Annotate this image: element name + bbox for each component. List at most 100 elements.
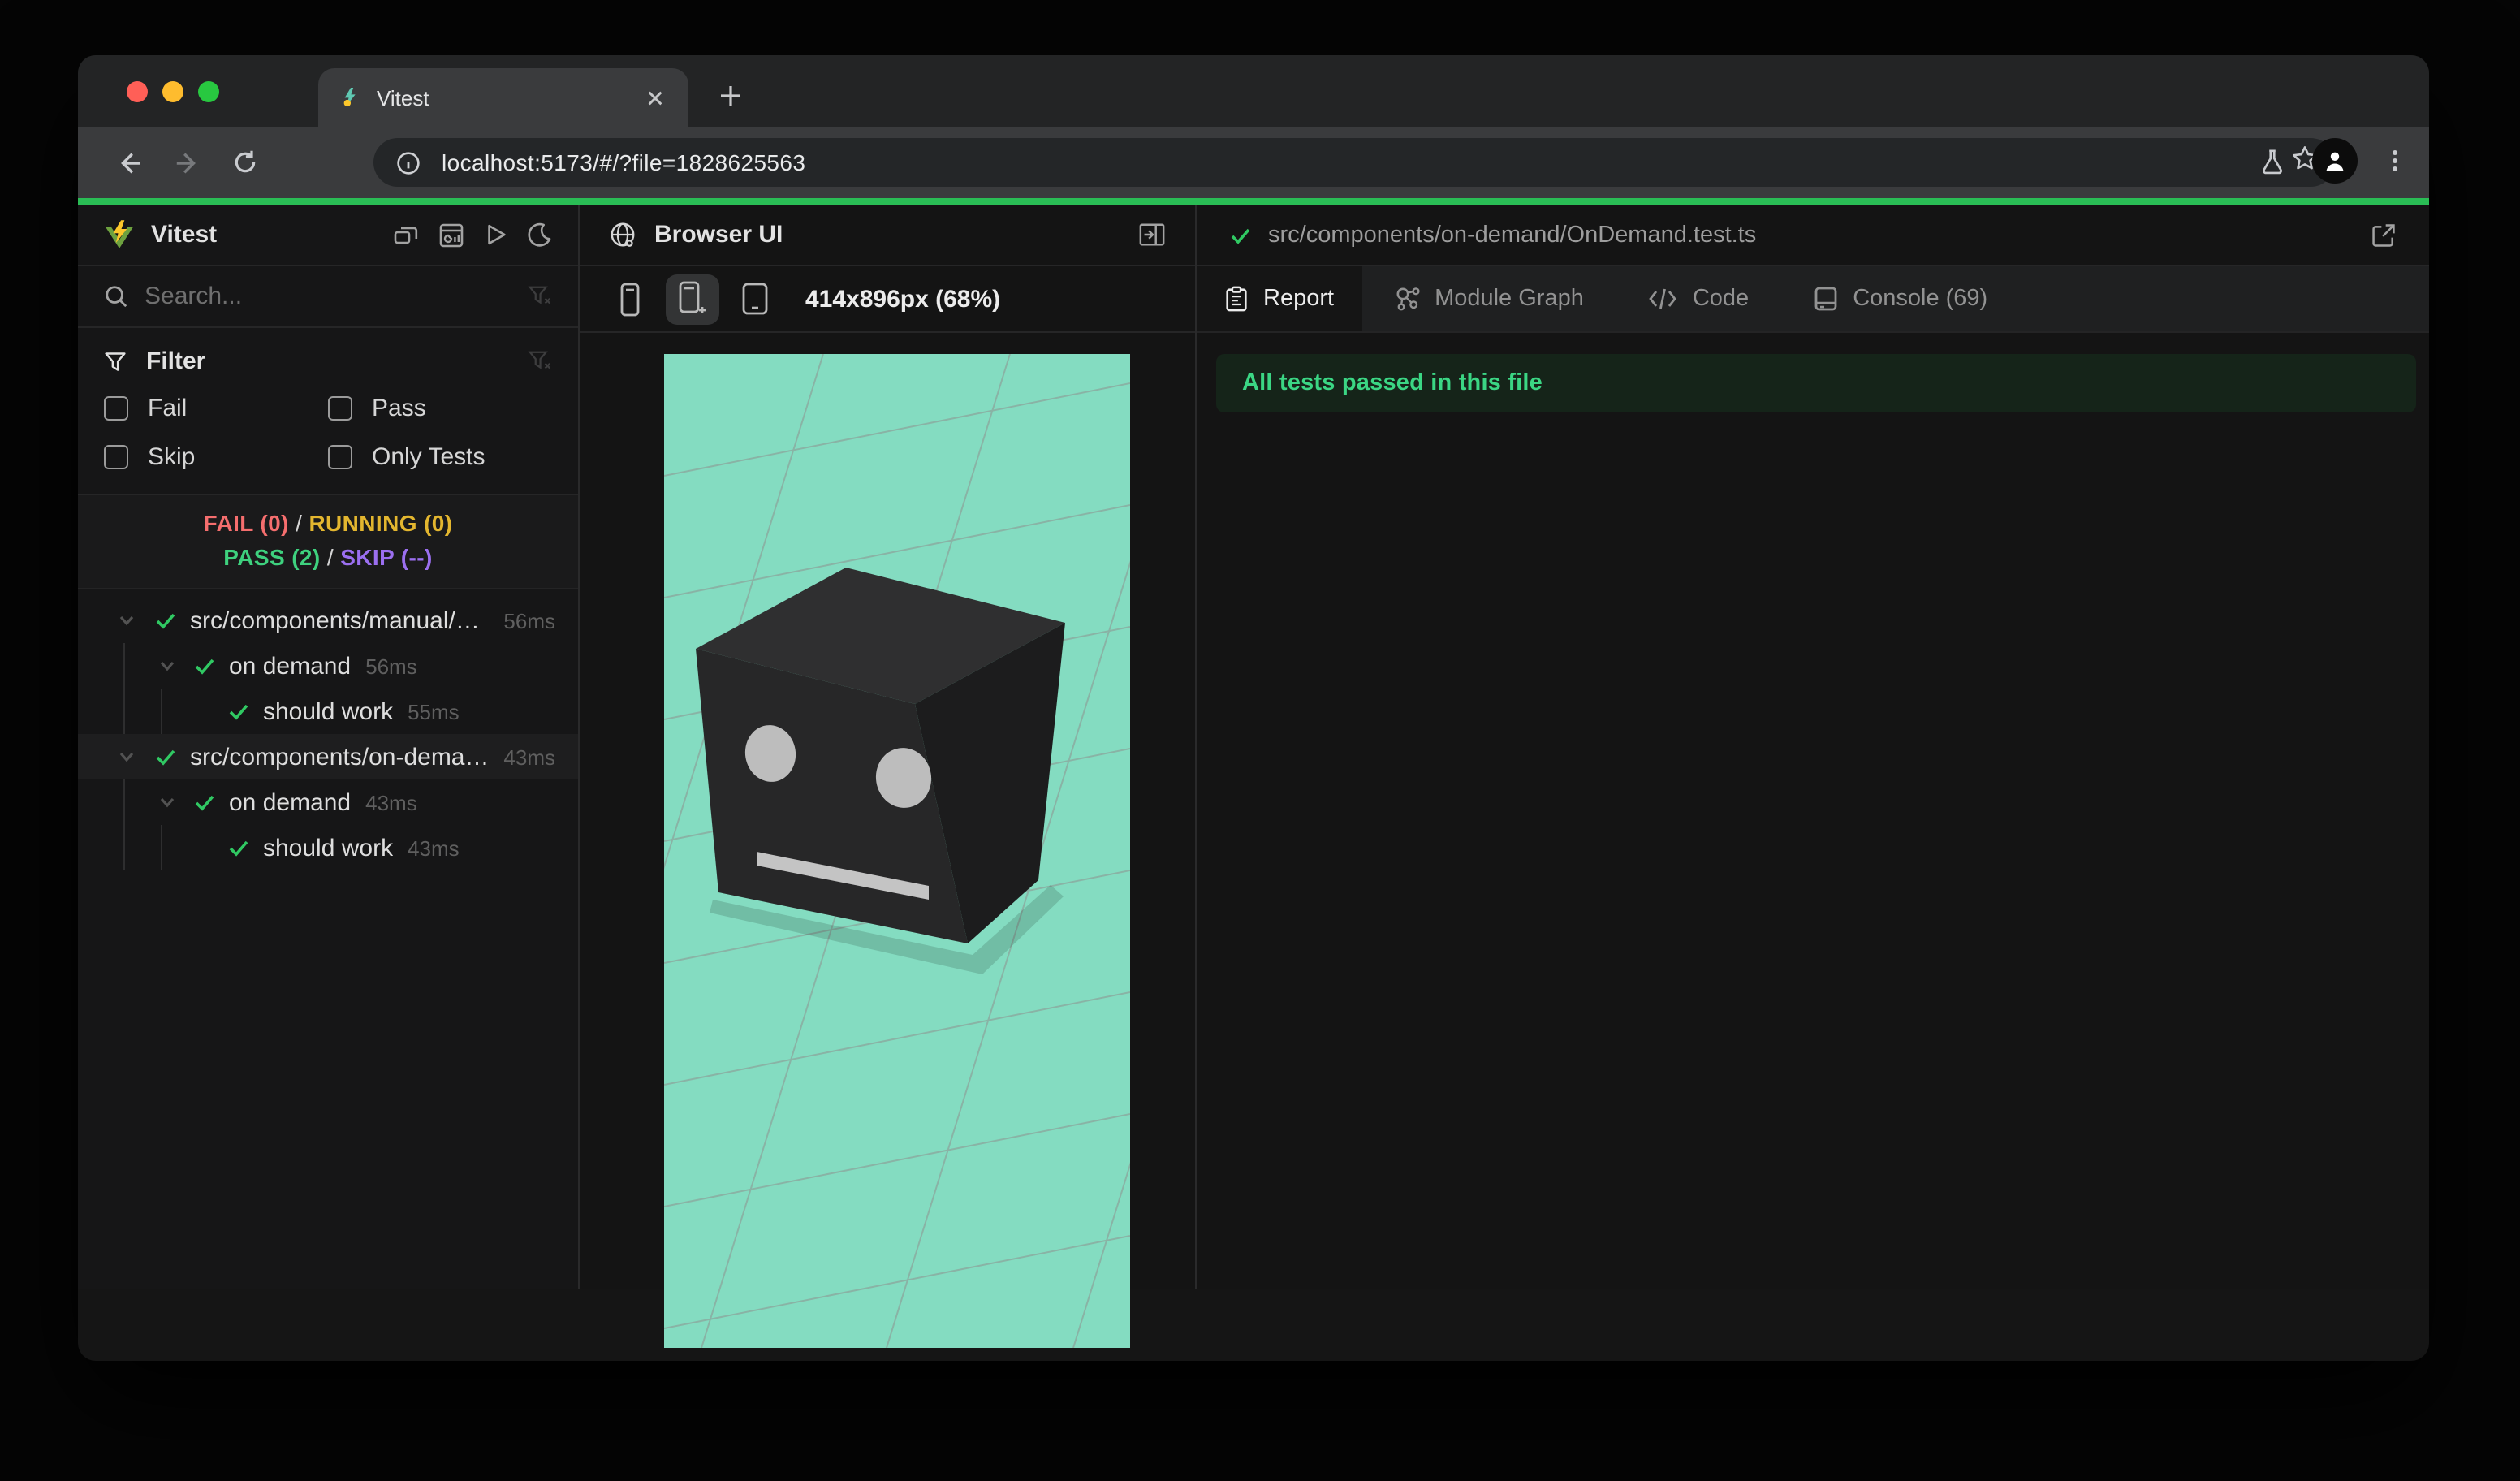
pass-check-icon bbox=[154, 745, 177, 768]
profile-avatar[interactable] bbox=[2312, 138, 2358, 184]
tab-report[interactable]: Report bbox=[1197, 266, 1362, 331]
tab-module-graph[interactable]: Module Graph bbox=[1361, 266, 1616, 331]
tab-strip: Vitest bbox=[78, 55, 2429, 127]
checkbox-box[interactable] bbox=[328, 445, 352, 469]
vitest-progress-bar bbox=[78, 198, 2429, 205]
checkbox-label: Pass bbox=[372, 395, 426, 422]
test-case-row[interactable]: should work 55ms bbox=[78, 689, 578, 734]
close-window-button[interactable] bbox=[127, 81, 148, 102]
test-label: src/components/manual/… bbox=[190, 607, 480, 634]
report-clipboard-icon bbox=[1224, 286, 1249, 312]
separator: / bbox=[296, 510, 303, 536]
screenshot-stage: Vitest localhost:5173/#/?file=1828625563… bbox=[0, 0, 2520, 1481]
test-file-row[interactable]: src/components/manual/… 56ms bbox=[78, 598, 578, 643]
test-label: on demand bbox=[229, 788, 352, 816]
browser-menu-icon[interactable] bbox=[2384, 148, 2406, 174]
pass-check-icon bbox=[227, 700, 250, 723]
browser-toolbar: localhost:5173/#/?file=1828625563 bbox=[78, 127, 2429, 198]
test-suite-row[interactable]: on demand 43ms bbox=[78, 779, 578, 825]
sidebar: Vitest Search... Filter Fail Pass Skip O… bbox=[78, 205, 578, 1289]
test-tree: src/components/manual/… 56ms on demand 5… bbox=[78, 589, 578, 1289]
tab-title: Vitest bbox=[377, 85, 429, 110]
chevron-down-icon[interactable] bbox=[158, 656, 177, 676]
test-duration: 43ms bbox=[365, 790, 417, 814]
browser-ui-header: Browser UI bbox=[580, 205, 1195, 266]
open-external-link-icon[interactable] bbox=[2371, 222, 2397, 248]
tab-console[interactable]: Console (69) bbox=[1781, 266, 2020, 331]
run-all-play-icon[interactable] bbox=[484, 222, 508, 248]
back-button[interactable] bbox=[104, 138, 153, 187]
test-suite-row[interactable]: on demand 56ms bbox=[78, 643, 578, 689]
globe-icon bbox=[609, 221, 636, 248]
device-phone-plus-icon[interactable] bbox=[666, 274, 719, 324]
filter-checkbox-pass[interactable]: Pass bbox=[328, 395, 552, 422]
report-panel: src/components/on-demand/OnDemand.test.t… bbox=[1197, 205, 2429, 1289]
indent-guide bbox=[123, 825, 125, 870]
reload-button[interactable] bbox=[221, 138, 270, 187]
test-case-row[interactable]: should work 43ms bbox=[78, 825, 578, 870]
tab-close-icon[interactable] bbox=[640, 83, 669, 112]
console-icon bbox=[1814, 286, 1838, 312]
checkbox-box[interactable] bbox=[328, 396, 352, 421]
checkbox-label: Only Tests bbox=[372, 443, 485, 471]
fail-count[interactable]: FAIL (0) bbox=[204, 510, 289, 536]
chevron-down-icon[interactable] bbox=[117, 611, 136, 630]
file-pass-check-icon bbox=[1229, 223, 1252, 246]
clear-search-filter-icon[interactable] bbox=[528, 284, 552, 309]
filter-checkbox-fail[interactable]: Fail bbox=[104, 395, 328, 422]
clear-filter-icon[interactable] bbox=[528, 349, 552, 373]
module-graph-icon bbox=[1394, 286, 1420, 312]
search-icon bbox=[104, 284, 128, 309]
browser-tab[interactable]: Vitest bbox=[318, 68, 688, 127]
cube-3d-scene bbox=[514, 353, 1383, 1349]
test-viewport-iframe[interactable] bbox=[514, 353, 1383, 1349]
separator: / bbox=[326, 544, 334, 570]
windows-stack-icon[interactable] bbox=[393, 222, 419, 248]
device-toolbar: 414x896px (68%) bbox=[580, 266, 1195, 333]
device-tablet-icon[interactable] bbox=[734, 278, 776, 320]
chevron-down-icon[interactable] bbox=[158, 792, 177, 812]
minimize-window-button[interactable] bbox=[162, 81, 183, 102]
running-count[interactable]: RUNNING (0) bbox=[309, 510, 452, 536]
report-tab-bar: Report Module Graph Code Console (69) bbox=[1197, 266, 2429, 333]
pass-check-icon bbox=[154, 609, 177, 632]
indent-guide bbox=[161, 825, 162, 870]
dock-panel-right-icon[interactable] bbox=[1138, 221, 1166, 248]
test-label: on demand bbox=[229, 652, 352, 680]
indent-guide bbox=[123, 643, 125, 689]
tab-label: Code bbox=[1692, 286, 1750, 312]
test-file-row-selected[interactable]: src/components/on-dema… 43ms bbox=[78, 734, 578, 779]
dashboard-icon[interactable] bbox=[438, 222, 464, 248]
filter-checkbox-skip[interactable]: Skip bbox=[104, 443, 328, 471]
vitest-favicon bbox=[343, 87, 356, 106]
pass-count[interactable]: PASS (2) bbox=[223, 544, 320, 570]
test-label: src/components/on-dema… bbox=[190, 743, 490, 771]
filter-checkbox-only-tests[interactable]: Only Tests bbox=[328, 443, 552, 471]
tab-label: Module Graph bbox=[1435, 286, 1584, 312]
browser-ui-panel: Browser UI 414x896px (68%) bbox=[514, 205, 1383, 1349]
skip-count[interactable]: SKIP (--) bbox=[340, 544, 433, 570]
forward-button[interactable] bbox=[162, 138, 211, 187]
checkbox-label: Skip bbox=[148, 443, 196, 471]
chevron-down-icon[interactable] bbox=[117, 747, 136, 766]
checkbox-box[interactable] bbox=[104, 445, 128, 469]
tab-label: Report bbox=[1263, 286, 1335, 312]
site-info-icon[interactable] bbox=[390, 145, 425, 180]
experiments-flask-icon[interactable] bbox=[2259, 147, 2286, 175]
maximize-window-button[interactable] bbox=[198, 81, 219, 102]
checkbox-box[interactable] bbox=[104, 396, 128, 421]
dark-mode-moon-icon[interactable] bbox=[528, 222, 552, 248]
search-input[interactable] bbox=[145, 283, 511, 310]
new-tab-button[interactable] bbox=[708, 73, 753, 119]
test-label: should work bbox=[263, 697, 394, 725]
filter-funnel-icon bbox=[104, 350, 127, 373]
test-duration: 43ms bbox=[503, 745, 555, 769]
tab-code[interactable]: Code bbox=[1616, 266, 1781, 331]
search-bar bbox=[78, 266, 578, 328]
device-phone-small-icon[interactable] bbox=[609, 278, 651, 320]
address-bar[interactable]: localhost:5173/#/?file=1828625563 bbox=[373, 138, 2335, 187]
indent-guide bbox=[123, 689, 125, 734]
test-duration: 56ms bbox=[503, 608, 555, 633]
report-content: All tests passed in this file bbox=[1197, 333, 2429, 1289]
filter-title: Filter bbox=[146, 348, 206, 375]
